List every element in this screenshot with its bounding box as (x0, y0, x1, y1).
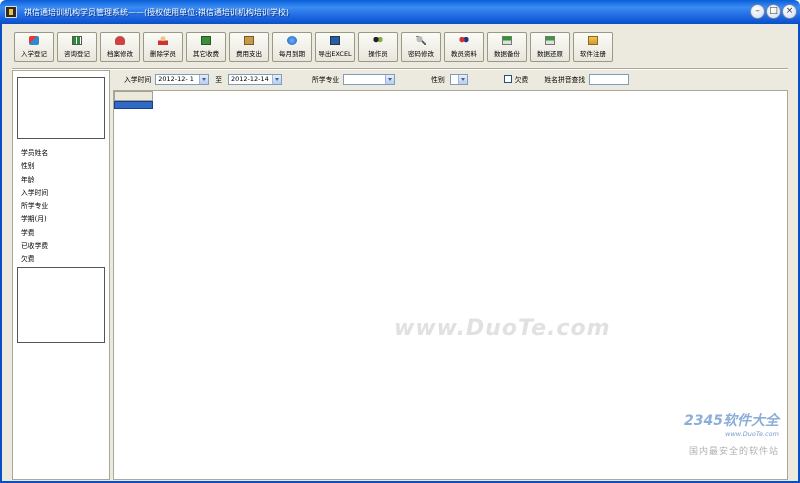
filter-bar: 入学时间 2012-12- 1 至 2012-12-14 所学专业 性别 欠费 … (114, 72, 630, 86)
major-label: 所学专业 (311, 76, 340, 84)
grid-icon (72, 36, 82, 45)
title-bar[interactable]: 祺信通培训机构学员管理系统——(授权使用单位:祺信通培训机构培训学校) – □ … (0, 0, 800, 24)
arrears-label: 欠费 (514, 76, 529, 84)
chevron-down-icon[interactable] (457, 74, 467, 84)
people-icon (373, 36, 383, 45)
corner-site: www.DuoTe.com (725, 430, 779, 438)
corner-tagline: 国内最安全的软件站 (688, 447, 779, 457)
notes-box[interactable] (17, 267, 105, 343)
backup-label: 数据备份 (494, 50, 520, 58)
watermark-text: www.DuoTe.com (394, 316, 611, 341)
gender-select[interactable] (449, 73, 468, 85)
pinyin-search-input[interactable] (589, 73, 630, 85)
enroll-label: 入学登记 (21, 50, 47, 58)
globe-icon (287, 36, 297, 45)
minimize-button[interactable]: – (750, 4, 765, 19)
operator-label: 操作员 (368, 50, 388, 58)
teacher-info-button[interactable]: 教员资料 (444, 32, 484, 62)
info-major-label: 所学专业 (21, 202, 49, 211)
info-age-label: 年龄 (21, 175, 35, 184)
other-fee-label: 其它收费 (193, 50, 219, 58)
grid-selected-row[interactable] (114, 101, 153, 109)
edit-icon (115, 36, 125, 45)
restore-button[interactable]: 数据还原 (530, 32, 570, 62)
chevron-down-icon[interactable] (271, 74, 281, 84)
archive-edit-label: 档案修改 (107, 50, 133, 58)
delete-student-button[interactable]: 删除学员 (143, 32, 183, 62)
window-title: 祺信通培训机构学员管理系统——(授权使用单位:祺信通培训机构培训学校) (24, 8, 289, 17)
date-to-picker[interactable]: 2012-12-14 (227, 73, 282, 85)
register-icon (588, 36, 598, 45)
student-info-panel: 学员姓名 性别 年龄 入学时间 所学专业 学期(月) 学费 已收学费 欠费 (12, 70, 110, 480)
major-select[interactable] (343, 73, 396, 85)
info-tuition-label: 学费 (21, 228, 35, 237)
enroll-time-label: 入学时间 (124, 76, 152, 84)
photo-box[interactable] (17, 77, 105, 139)
close-button[interactable]: × (782, 4, 797, 19)
chevron-down-icon[interactable] (385, 74, 395, 84)
info-gender-label: 性别 (21, 162, 35, 171)
password-button[interactable]: 密码修改 (401, 32, 441, 62)
archive-edit-button[interactable]: 档案修改 (100, 32, 140, 62)
info-paid-label: 已收学费 (21, 242, 49, 251)
corner-logo: 2345软件大全 www.DuoTe.com 国内最安全的软件站 (684, 410, 779, 457)
consult-label: 咨询登记 (64, 50, 90, 58)
info-term-label: 学期(月) (21, 215, 47, 224)
backup-button[interactable]: 数据备份 (487, 32, 527, 62)
restore-label: 数据还原 (537, 50, 563, 58)
money-icon (201, 36, 211, 45)
to-label: 至 (215, 76, 222, 84)
chevron-down-icon[interactable] (199, 74, 209, 84)
date-from-value: 2012-12- 1 (158, 74, 194, 83)
expense-button[interactable]: 费用支出 (229, 32, 269, 62)
maximize-button[interactable]: □ (766, 4, 781, 19)
date-from-picker[interactable]: 2012-12- 1 (155, 73, 210, 85)
toolbar-divider (12, 68, 788, 70)
info-arrears-label: 欠费 (21, 255, 35, 264)
screen-icon (330, 36, 340, 45)
grid-header-cell[interactable] (114, 91, 153, 101)
teacher-info-label: 教员资料 (451, 50, 477, 58)
register-label: 软件注册 (580, 50, 606, 58)
date-to-value: 2012-12-14 (230, 74, 269, 83)
monthly-due-label: 每月到期 (279, 50, 305, 58)
export-excel-label: 导出EXCEL (318, 50, 352, 58)
student-info-list: 学员姓名 性别 年龄 入学时间 所学专业 学期(月) 学费 已收学费 欠费 (21, 147, 48, 267)
pen-icon (29, 36, 39, 45)
info-enroll-time-label: 入学时间 (21, 188, 49, 197)
expense-label: 费用支出 (236, 50, 262, 58)
consult-button[interactable]: 咨询登记 (57, 32, 97, 62)
user-icon (158, 36, 168, 45)
export-excel-button[interactable]: 导出EXCEL (315, 32, 355, 62)
pinyin-search-label: 姓名拼音查找 (544, 76, 586, 84)
other-fee-button[interactable]: 其它收费 (186, 32, 226, 62)
toolbar: 入学登记 咨询登记 档案修改 删除学员 其它收费 费用支出 每月到期 导出EXC… (14, 32, 613, 62)
app-icon (5, 6, 17, 18)
info-name-label: 学员姓名 (21, 149, 49, 157)
register-button[interactable]: 软件注册 (573, 32, 613, 62)
operator-button[interactable]: 操作员 (358, 32, 398, 62)
team-icon (459, 36, 469, 45)
delete-student-label: 删除学员 (150, 50, 176, 58)
enroll-button[interactable]: 入学登记 (14, 32, 54, 62)
monthly-due-button[interactable]: 每月到期 (272, 32, 312, 62)
key-icon (416, 36, 426, 45)
restore-icon (545, 36, 555, 45)
password-label: 密码修改 (408, 50, 434, 58)
box-icon (244, 36, 254, 45)
backup-icon (502, 36, 512, 45)
gender-label: 性别 (431, 76, 445, 84)
main-frame: 入学登记 咨询登记 档案修改 删除学员 其它收费 费用支出 每月到期 导出EXC… (0, 24, 800, 483)
arrears-checkbox[interactable] (503, 75, 512, 83)
student-grid[interactable]: www.DuoTe.com 2345软件大全 www.DuoTe.com 国内最… (113, 90, 788, 480)
corner-brand: 2345软件大全 (684, 413, 779, 429)
